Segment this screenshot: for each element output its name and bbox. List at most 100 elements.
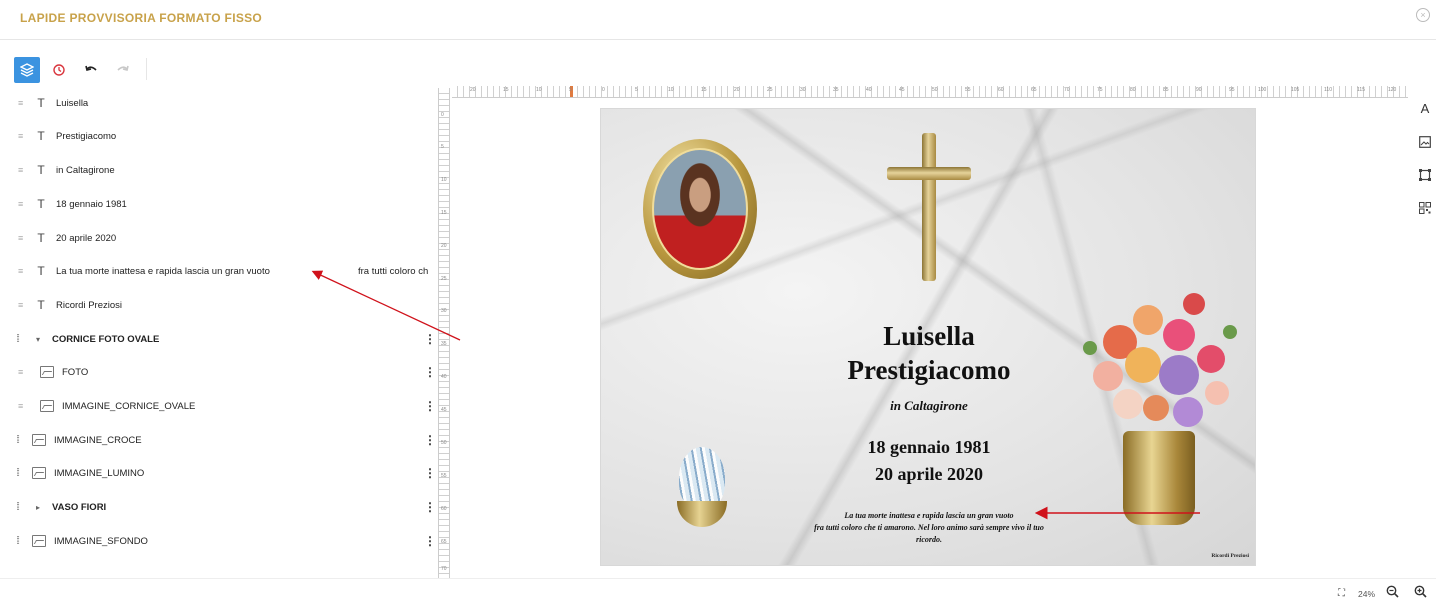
side-toolbar: A: [1414, 92, 1436, 224]
layers-button[interactable]: [14, 57, 40, 83]
layer-label: IMMAGINE_LUMINO: [54, 467, 145, 479]
layer-row[interactable]: ≡ T Luisella: [0, 88, 436, 118]
layer-row[interactable]: ⁞⁞ IMMAGINE_CROCE ⋮: [0, 425, 436, 455]
layer-row[interactable]: ≡ T in Caltagirone: [0, 155, 436, 185]
toolbar: [14, 56, 136, 84]
more-options-icon[interactable]: ⋮: [424, 365, 436, 379]
drag-handle-icon[interactable]: ⁞⁞: [16, 434, 28, 446]
drag-handle-icon[interactable]: ⁞⁞: [16, 333, 28, 345]
layer-row[interactable]: ≡ T La tua morte inattesa e rapida lasci…: [0, 256, 436, 286]
layer-group-row[interactable]: ⁞⁞ ▾ CORNICE FOTO OVALE ⋮: [0, 324, 436, 354]
layer-row[interactable]: ⁞⁞ IMMAGINE_SFONDO ⋮: [0, 526, 436, 556]
chevron-down-icon[interactable]: ▾: [36, 335, 44, 344]
zoom-in-icon[interactable]: [1414, 585, 1427, 601]
chevron-right-icon[interactable]: ▸: [36, 503, 44, 512]
text-icon: T: [37, 231, 45, 245]
portrait-photo[interactable]: [652, 148, 748, 270]
layer-row[interactable]: ≡ T Prestigiacomo: [0, 121, 436, 151]
ruler-label: 0: [441, 112, 444, 118]
canvas-epitaph[interactable]: La tua morte inattesa e rapida lascia un…: [781, 510, 1077, 546]
canvas-birth-date[interactable]: 18 gennaio 1981: [601, 437, 1255, 458]
layer-row[interactable]: ⁞⁞ IMMAGINE_LUMINO ⋮: [0, 458, 436, 488]
ruler-label: 50: [932, 87, 938, 93]
layer-label: IMMAGINE_CORNICE_OVALE: [62, 400, 196, 412]
ruler-label: 25: [767, 87, 773, 93]
ruler-label: 50: [441, 440, 447, 446]
close-icon[interactable]: ×: [1416, 8, 1430, 22]
history-button[interactable]: [46, 57, 72, 83]
cross-image-arm: [887, 167, 971, 180]
lamp-base-image: [677, 501, 727, 527]
drag-handle-icon[interactable]: ≡: [18, 165, 26, 175]
ruler-label: 100: [1258, 87, 1267, 93]
undo-icon: [85, 65, 97, 71]
epitaph-line: La tua morte inattesa e rapida lascia un…: [844, 511, 1014, 520]
ruler-label: 115: [1357, 87, 1365, 93]
drag-handle-icon[interactable]: ⁞⁞: [16, 467, 28, 479]
drag-handle-icon[interactable]: ≡: [18, 131, 26, 141]
text-icon: T: [37, 264, 45, 278]
ruler-label: 60: [998, 87, 1004, 93]
header: LAPIDE PROVVISORIA FORMATO FISSO ×: [0, 0, 1436, 40]
more-options-icon[interactable]: ⋮: [424, 332, 436, 346]
image-tool-icon[interactable]: [1414, 125, 1436, 158]
epitaph-line: ricordo.: [916, 535, 942, 544]
drag-handle-icon[interactable]: ≡: [18, 367, 26, 377]
more-options-icon[interactable]: ⋮: [424, 466, 436, 480]
drag-handle-icon[interactable]: ⁞⁞: [16, 501, 28, 513]
redo-button[interactable]: [110, 57, 136, 83]
cross-image[interactable]: [922, 133, 936, 281]
ruler-label: 30: [441, 308, 447, 314]
canvas-signature[interactable]: Ricordi Preziosi: [1211, 553, 1249, 559]
layers-panel: ≡ T Luisella ≡ T Prestigiacomo ≡ T in Ca…: [0, 88, 436, 576]
ruler-label: 65: [441, 539, 447, 545]
drag-handle-icon[interactable]: ≡: [18, 233, 26, 243]
canvas-last-name[interactable]: Prestigiacomo: [601, 355, 1255, 386]
text-tool-icon[interactable]: A: [1414, 92, 1436, 125]
ruler-label: 20: [441, 243, 447, 249]
drag-handle-icon[interactable]: ≡: [18, 401, 26, 411]
layer-row[interactable]: ≡ FOTO ⋮: [0, 357, 436, 387]
layer-label: Prestigiacomo: [56, 130, 117, 142]
zoom-level: 24%: [1358, 589, 1376, 599]
layer-row[interactable]: ≡ T Ricordi Preziosi: [0, 290, 436, 320]
layer-label: CORNICE FOTO OVALE: [52, 333, 160, 345]
vertical-ruler: 0 5 10 15 20 25 30 35 40 45 50 55 60 65 …: [438, 88, 450, 578]
oval-photo-frame[interactable]: [643, 139, 757, 279]
ruler-label: 70: [1064, 87, 1070, 93]
ruler-label: 10: [668, 87, 674, 93]
layer-row[interactable]: ≡ T 18 gennaio 1981: [0, 189, 436, 219]
image-icon: [40, 400, 54, 412]
qr-tool-icon[interactable]: [1414, 191, 1436, 224]
drag-handle-icon[interactable]: ≡: [18, 98, 26, 108]
ruler-label: 65: [1031, 87, 1037, 93]
fit-screen-icon[interactable]: ⛶: [1338, 588, 1345, 599]
layer-group-row[interactable]: ⁞⁞ ▸ VASO FIORI ⋮: [0, 492, 436, 522]
drag-handle-icon[interactable]: ≡: [18, 300, 26, 310]
layer-row[interactable]: ≡ IMMAGINE_CORNICE_OVALE ⋮: [0, 391, 436, 421]
ruler-label: 85: [1163, 87, 1169, 93]
drag-handle-icon[interactable]: ≡: [18, 199, 26, 209]
ruler-label: 90: [1196, 87, 1202, 93]
layer-row[interactable]: ≡ T 20 aprile 2020: [0, 223, 436, 253]
drag-handle-icon[interactable]: ≡: [18, 266, 26, 276]
more-options-icon[interactable]: ⋮: [424, 534, 436, 548]
drag-handle-icon[interactable]: ⁞⁞: [16, 535, 28, 547]
more-options-icon[interactable]: ⋮: [424, 433, 436, 447]
shape-tool-icon[interactable]: [1414, 158, 1436, 191]
more-options-icon[interactable]: ⋮: [424, 500, 436, 514]
undo-button[interactable]: [78, 57, 104, 83]
zoom-out-icon[interactable]: [1386, 585, 1399, 601]
canvas-death-date[interactable]: 20 aprile 2020: [601, 464, 1255, 485]
ruler-label: 15: [701, 87, 707, 93]
more-options-icon[interactable]: ⋮: [424, 399, 436, 413]
footer-bar: ⛶ 24%: [0, 578, 1436, 608]
layer-label: Ricordi Preziosi: [56, 299, 122, 311]
layer-label-continuation: fra tutti coloro ch: [358, 265, 429, 277]
ruler-label: 10: [536, 87, 542, 93]
canvas-first-name[interactable]: Luisella: [601, 321, 1255, 352]
canvas-place[interactable]: in Caltagirone: [601, 398, 1255, 414]
layer-label: IMMAGINE_SFONDO: [54, 535, 148, 547]
ruler-label: 80: [1130, 87, 1136, 93]
design-canvas[interactable]: Luisella Prestigiacomo in Caltagirone 18…: [600, 108, 1256, 566]
